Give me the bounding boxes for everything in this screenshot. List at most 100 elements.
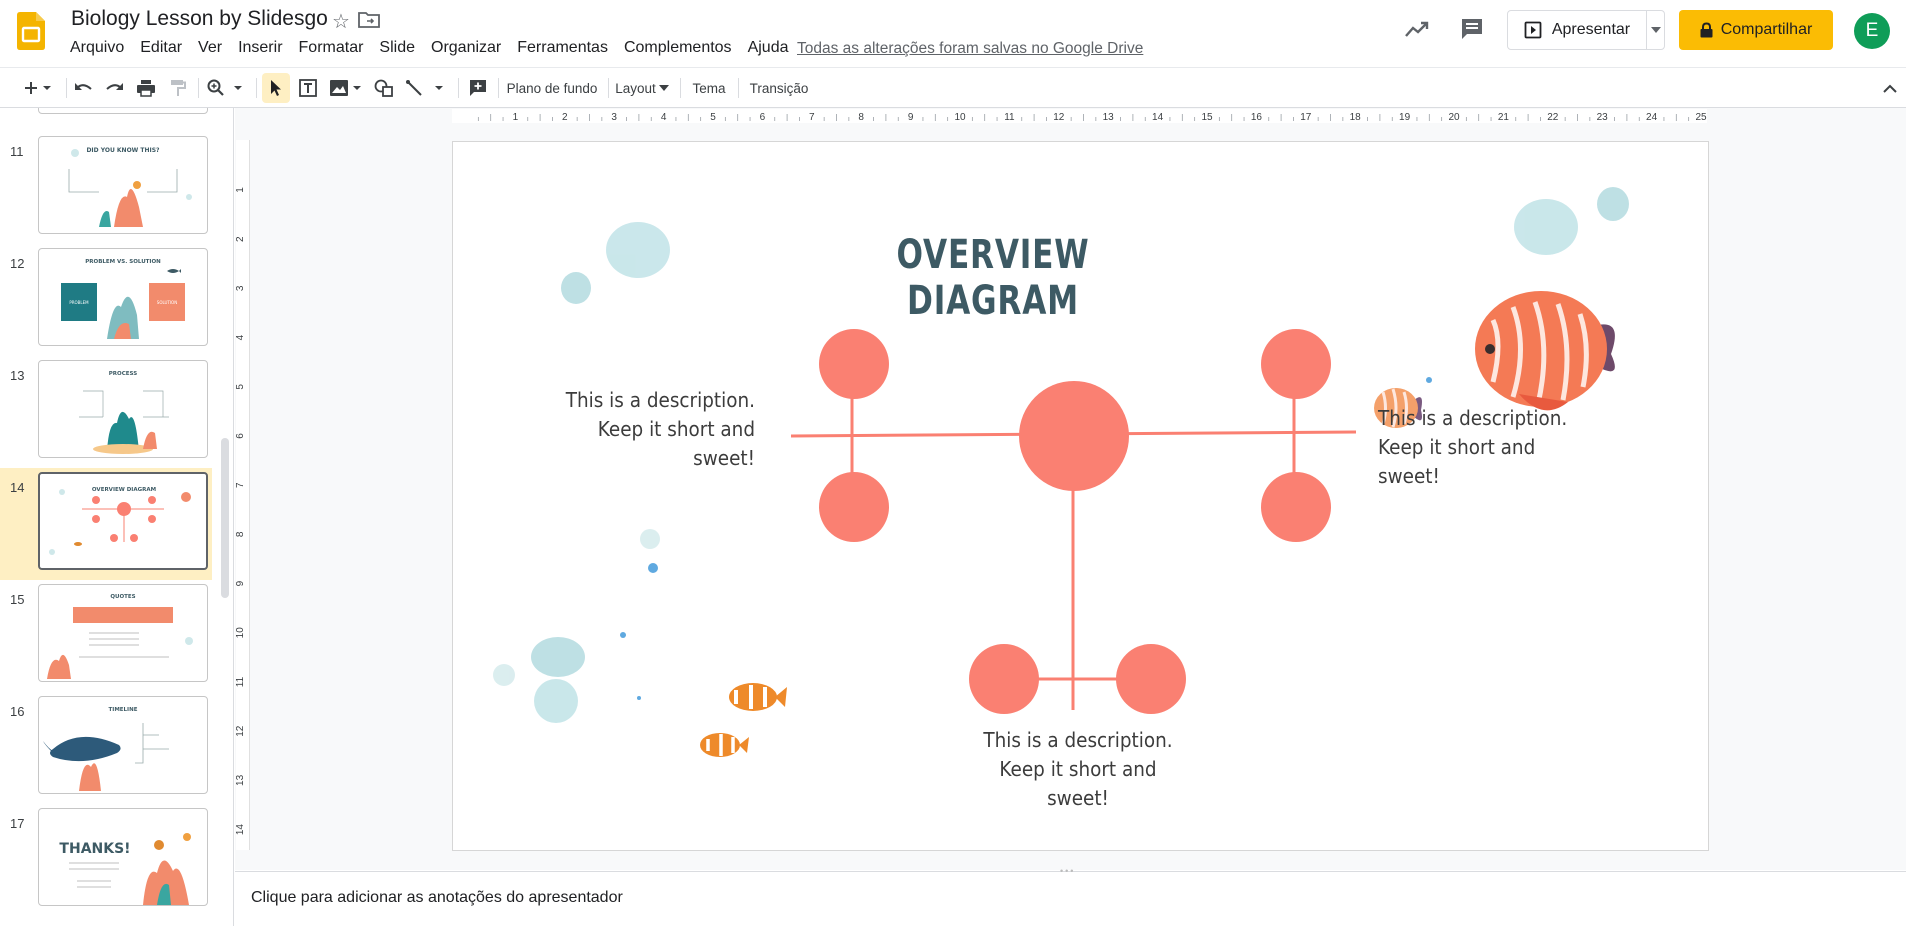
paint-format-button[interactable] <box>164 68 192 108</box>
slide-thumbnail[interactable]: THANKS! <box>38 808 208 906</box>
menu-editar[interactable]: Editar <box>140 39 182 57</box>
present-options-caret-icon[interactable] <box>1647 11 1665 49</box>
present-button[interactable]: Apresentar <box>1508 11 1646 49</box>
slides-logo-icon[interactable] <box>17 12 45 50</box>
filmstrip-item-13[interactable]: 13 PROCESS <box>0 356 212 468</box>
ruler-tick-label: 20 <box>1448 112 1460 123</box>
menu-organizar[interactable]: Organizar <box>431 39 501 57</box>
speaker-notes-panel[interactable]: ••• Clique para adicionar as anotações d… <box>235 866 1906 926</box>
shape-button[interactable] <box>370 68 398 108</box>
ruler-tick-label: 3 <box>611 112 617 123</box>
zoom-icon <box>207 79 242 96</box>
insert-comment-button[interactable] <box>464 68 492 108</box>
star-icon[interactable]: ☆ <box>332 9 350 34</box>
select-tool-button[interactable] <box>262 73 290 103</box>
activity-trend-icon[interactable] <box>1404 17 1430 41</box>
layout-button[interactable]: Layout <box>612 68 672 108</box>
slides-app: Biology Lesson by Slidesgo ☆ Arquivo Edi… <box>0 0 1906 926</box>
clownfish-illustration <box>700 683 787 757</box>
slide-thumbnail[interactable]: PROBLEM VS. SOLUTION PROBLEM SOLUTION <box>38 248 208 346</box>
menu-inserir[interactable]: Inserir <box>238 39 282 57</box>
filmstrip-item-14[interactable]: 14 OVERVIEW DIAGRAM <box>0 468 212 580</box>
insert-image-button[interactable] <box>326 68 366 108</box>
redo-button[interactable] <box>100 68 128 108</box>
menu-ajuda[interactable]: Ajuda <box>748 39 789 57</box>
chevron-up-icon <box>1883 84 1897 93</box>
menu-ferramentas[interactable]: Ferramentas <box>517 39 608 57</box>
slide-thumbnail-selected[interactable]: OVERVIEW DIAGRAM <box>38 472 208 570</box>
diagram-node <box>969 644 1039 714</box>
ruler-tick-label: 7 <box>809 112 815 123</box>
ruler-tick-label: 10 <box>954 112 966 123</box>
slide-thumbnail[interactable]: PROCESS <box>38 360 208 458</box>
top-bar: Biology Lesson by Slidesgo ☆ Arquivo Edi… <box>0 0 1906 66</box>
filmstrip-item-11[interactable]: 11 DID YOU KNOW THIS? <box>0 132 212 244</box>
background-button[interactable]: Plano de fundo <box>500 68 604 108</box>
ruler-tick-label: 14 <box>1152 112 1164 123</box>
filmstrip-item-17[interactable]: 17 THANKS! <box>0 804 212 916</box>
move-folder-icon[interactable] <box>358 11 380 28</box>
print-button[interactable] <box>132 68 160 108</box>
description-right[interactable]: This is a description. Keep it short and… <box>1378 404 1580 491</box>
resize-handle[interactable]: ••• <box>1060 866 1075 876</box>
slide-title[interactable]: OVERVIEW DIAGRAM <box>837 232 1149 324</box>
present-button-group: Apresentar <box>1507 10 1665 50</box>
document-title[interactable]: Biology Lesson by Slidesgo <box>71 7 328 31</box>
overview-diagram <box>790 329 1357 714</box>
slide-thumbnail[interactable]: DID YOU KNOW THIS? <box>38 136 208 234</box>
shapes-icon <box>374 79 393 97</box>
slide-canvas[interactable]: OVERVIEW DIAGRAM This is a description. … <box>453 142 1708 850</box>
ruler-tick-label: 8 <box>858 112 864 123</box>
ruler-tick-label: 13 <box>1103 112 1115 123</box>
slide-thumbnail-partial[interactable] <box>38 108 208 114</box>
fish-large-illustration <box>1475 291 1615 411</box>
slide-thumbnail[interactable]: TIMELINE <box>38 696 208 794</box>
account-avatar[interactable]: E <box>1854 13 1890 49</box>
ruler-tick-label: 6 <box>760 112 766 123</box>
menu-complementos[interactable]: Complementos <box>624 39 732 57</box>
share-button[interactable]: Compartilhar <box>1679 10 1833 50</box>
transition-button[interactable]: Transição <box>742 68 816 108</box>
collapse-toolbar-button[interactable] <box>1876 68 1904 108</box>
slide-number: 11 <box>10 144 24 159</box>
add-comment-icon <box>470 80 486 96</box>
thumb-solution-label: SOLUTION <box>157 300 177 305</box>
speaker-notes-placeholder[interactable]: Clique para adicionar as anotações do ap… <box>251 889 623 907</box>
horizontal-ruler[interactable]: 1 2 3 4 5 6 7 8 9 10 11 12 13 14 15 16 17 18 19 20 21 22 23 24 2… <box>452 109 1707 123</box>
diagram-node <box>819 472 889 542</box>
description-left[interactable]: This is a description. Keep it short and… <box>560 386 755 473</box>
theme-button[interactable]: Tema <box>684 68 734 108</box>
filmstrip-item-12[interactable]: 12 PROBLEM VS. SOLUTION PROBLEM SOLUTION <box>0 244 212 356</box>
vertical-ruler[interactable]: 1 2 3 4 5 6 7 8 9 10 11 12 13 14 <box>235 140 250 850</box>
ruler-tick-label: 10 <box>236 627 246 639</box>
menu-slide[interactable]: Slide <box>379 39 415 57</box>
ruler-tick-label: 21 <box>1498 112 1510 123</box>
paint-roller-icon <box>171 80 186 96</box>
description-line: sweet! <box>1047 786 1109 810</box>
slide-thumbnail[interactable]: QUOTES <box>38 584 208 682</box>
thumb-title: QUOTES <box>110 594 135 600</box>
zoom-button[interactable] <box>204 68 248 108</box>
line-button[interactable] <box>402 68 450 108</box>
save-status-link[interactable]: Todas as alterações foram salvas no Goog… <box>797 40 1143 58</box>
text-box-button[interactable] <box>294 68 322 108</box>
slide-number: 16 <box>10 704 25 719</box>
menu-ver[interactable]: Ver <box>198 39 222 57</box>
menu-arquivo[interactable]: Arquivo <box>70 39 124 57</box>
ruler-tick-label: 2 <box>236 236 246 242</box>
new-slide-button[interactable] <box>16 68 60 108</box>
diagram-center-node <box>1019 381 1129 491</box>
ruler-tick-label: 24 <box>1646 112 1658 123</box>
description-bottom[interactable]: This is a description. Keep it short and… <box>972 726 1184 813</box>
slide-number: 14 <box>10 480 25 495</box>
ruler-tick-label: 9 <box>908 112 914 123</box>
slide-number: 15 <box>10 592 25 607</box>
comment-icon[interactable] <box>1459 17 1485 41</box>
ruler-tick-label: 18 <box>1350 112 1362 123</box>
slide-filmstrip[interactable]: 11 DID YOU KNOW THIS? 12 PROBLEM VS. SOL… <box>0 108 234 926</box>
undo-button[interactable] <box>70 68 98 108</box>
filmstrip-scrollbar[interactable] <box>221 438 229 598</box>
menu-formatar[interactable]: Formatar <box>299 39 364 57</box>
filmstrip-item-15[interactable]: 15 QUOTES <box>0 580 212 692</box>
filmstrip-item-16[interactable]: 16 TIMELINE <box>0 692 212 804</box>
